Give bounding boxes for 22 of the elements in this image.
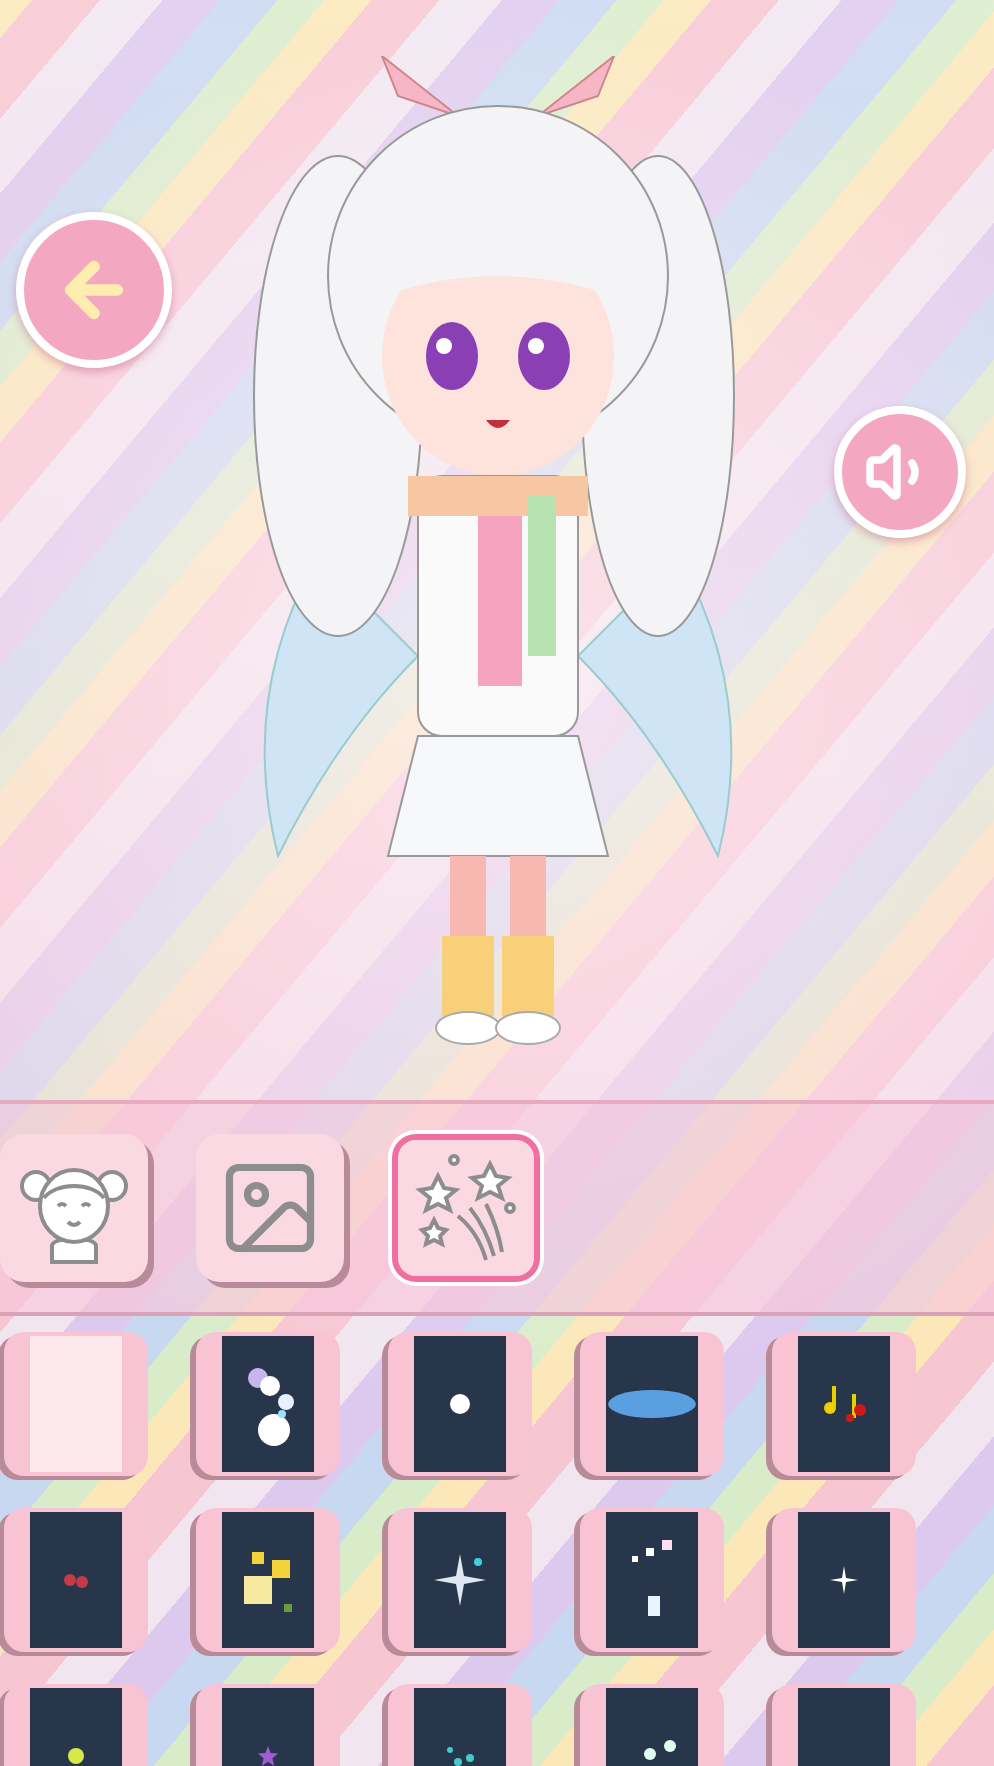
dots-icon xyxy=(66,1746,86,1766)
effect-tile[interactable] xyxy=(196,1508,340,1652)
effect-tile[interactable] xyxy=(580,1508,724,1652)
effect-tile[interactable] xyxy=(580,1332,724,1476)
star-icon xyxy=(258,1746,278,1766)
category-tab[interactable] xyxy=(0,1134,148,1282)
cherries-icon xyxy=(62,1570,90,1590)
effect-tile[interactable] xyxy=(388,1508,532,1652)
effect-tile[interactable] xyxy=(772,1508,916,1652)
effect-tile[interactable] xyxy=(4,1508,148,1652)
music-notes-icon xyxy=(823,1386,865,1422)
category-tab[interactable] xyxy=(196,1134,344,1282)
effect-tile[interactable] xyxy=(388,1332,532,1476)
category-tab[interactable] xyxy=(392,1134,540,1282)
twinkle-icon xyxy=(830,1566,858,1594)
effect-tile[interactable] xyxy=(4,1332,148,1476)
effect-tile[interactable] xyxy=(196,1332,340,1476)
glow-icon xyxy=(608,1388,696,1420)
effect-tile[interactable] xyxy=(772,1332,916,1476)
specks-icon xyxy=(446,1746,474,1766)
blob-icon xyxy=(448,1392,472,1416)
squares-icon xyxy=(628,1540,676,1620)
